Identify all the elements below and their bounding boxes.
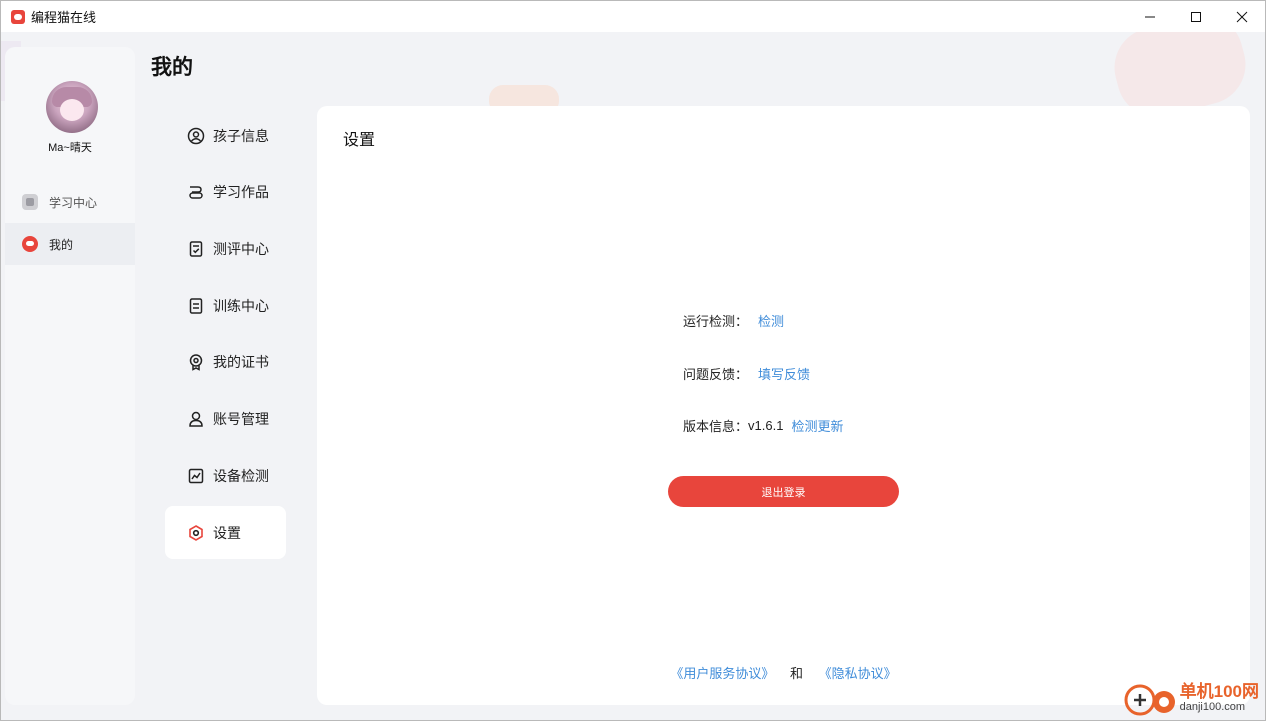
- submenu-item-label: 训练中心: [213, 297, 269, 314]
- avatar[interactable]: [46, 81, 98, 133]
- minimize-button[interactable]: [1127, 1, 1173, 32]
- app-window: 编程猫在线 Ma~晴天 学习中心 我的 我的 孩子信息 学习作品 测评中心 训练…: [0, 0, 1266, 721]
- settings-panel: 设置 运行检测： 检测 问题反馈： 填写反馈 版本信息： v1.6.1 检测更新…: [317, 106, 1250, 705]
- chart-line-icon: [187, 467, 205, 485]
- submenu-item-device-check[interactable]: 设备检测: [165, 449, 286, 502]
- run-check-row: 运行检测： 检测: [683, 311, 784, 330]
- settings-title: 设置: [343, 132, 376, 149]
- privacy-agreement-link[interactable]: 《隐私协议》: [819, 666, 897, 681]
- version-label: 版本信息：: [683, 419, 749, 434]
- submenu-item-label: 设置: [213, 524, 241, 541]
- version-row: 版本信息： v1.6.1 检测更新: [683, 416, 843, 435]
- submenu-item-child-info[interactable]: 孩子信息: [165, 109, 286, 162]
- user-agreement-link[interactable]: 《用户服务协议》: [670, 666, 774, 681]
- left-sidebar: Ma~晴天 学习中心 我的: [5, 47, 135, 705]
- agreement-footer: 《用户服务协议》 和 《隐私协议》: [317, 663, 1250, 682]
- submenu-item-label: 账号管理: [213, 410, 269, 427]
- person-icon: [187, 410, 205, 428]
- sidebar-item-mine[interactable]: 我的: [5, 223, 135, 265]
- feedback-link[interactable]: 填写反馈: [758, 364, 810, 383]
- username: Ma~晴天: [48, 142, 92, 154]
- watermark-logo-icon: [1120, 678, 1178, 718]
- logout-button[interactable]: 退出登录: [668, 476, 899, 507]
- page-title: 我的: [151, 56, 193, 79]
- submenu-item-assessment[interactable]: 测评中心: [165, 222, 286, 275]
- feedback-row: 问题反馈： 填写反馈: [683, 364, 810, 383]
- submenu-item-label: 设备检测: [213, 467, 269, 484]
- clipboard-check-icon: [187, 240, 205, 258]
- run-check-label: 运行检测：: [683, 314, 749, 329]
- document-icon: [187, 297, 205, 315]
- user-circle-icon: [187, 127, 205, 145]
- app-logo-icon: [11, 9, 25, 24]
- title-bar: 编程猫在线: [1, 1, 1265, 32]
- submenu-item-label: 我的证书: [213, 353, 269, 370]
- window-controls: [1127, 1, 1265, 32]
- submenu-item-works[interactable]: 学习作品: [165, 165, 286, 218]
- window-title: 编程猫在线: [31, 10, 97, 25]
- run-check-link[interactable]: 检测: [758, 311, 784, 330]
- close-icon: [1236, 11, 1248, 22]
- maximize-button[interactable]: [1173, 1, 1219, 32]
- close-button[interactable]: [1219, 1, 1265, 32]
- submenu-item-label: 孩子信息: [213, 127, 269, 144]
- cat-logo-icon: [22, 236, 38, 252]
- sidebar-item-study-center[interactable]: 学习中心: [5, 181, 135, 223]
- version-value: v1.6.1: [748, 418, 784, 433]
- study-center-icon: [22, 194, 38, 210]
- submenu-item-account[interactable]: 账号管理: [165, 392, 286, 445]
- watermark-en: danji100.com: [1179, 701, 1246, 713]
- submenu-item-certificates[interactable]: 我的证书: [165, 335, 286, 388]
- feedback-label: 问题反馈：: [683, 367, 749, 382]
- sidebar-item-label: 学习中心: [49, 195, 98, 210]
- award-icon: [187, 353, 205, 371]
- sidebar-item-label: 我的: [49, 237, 74, 252]
- check-update-link[interactable]: 检测更新: [791, 416, 843, 435]
- submenu-item-label: 测评中心: [213, 240, 269, 257]
- submenu-item-label: 学习作品: [213, 183, 269, 200]
- submenu-item-training[interactable]: 训练中心: [165, 279, 286, 332]
- and-text: 和: [789, 666, 803, 681]
- maximize-icon: [1191, 11, 1201, 22]
- avatar-face: [60, 99, 84, 121]
- minimize-icon: [1145, 16, 1155, 17]
- layers-icon: [187, 183, 205, 201]
- watermark-cn: 单机100网: [1179, 682, 1259, 701]
- watermark: 单机100网 danji100.com: [1120, 678, 1259, 718]
- submenu-item-settings[interactable]: 设置: [165, 506, 286, 559]
- watermark-text: 单机100网 danji100.com: [1180, 682, 1259, 714]
- settings-icon: [187, 524, 205, 542]
